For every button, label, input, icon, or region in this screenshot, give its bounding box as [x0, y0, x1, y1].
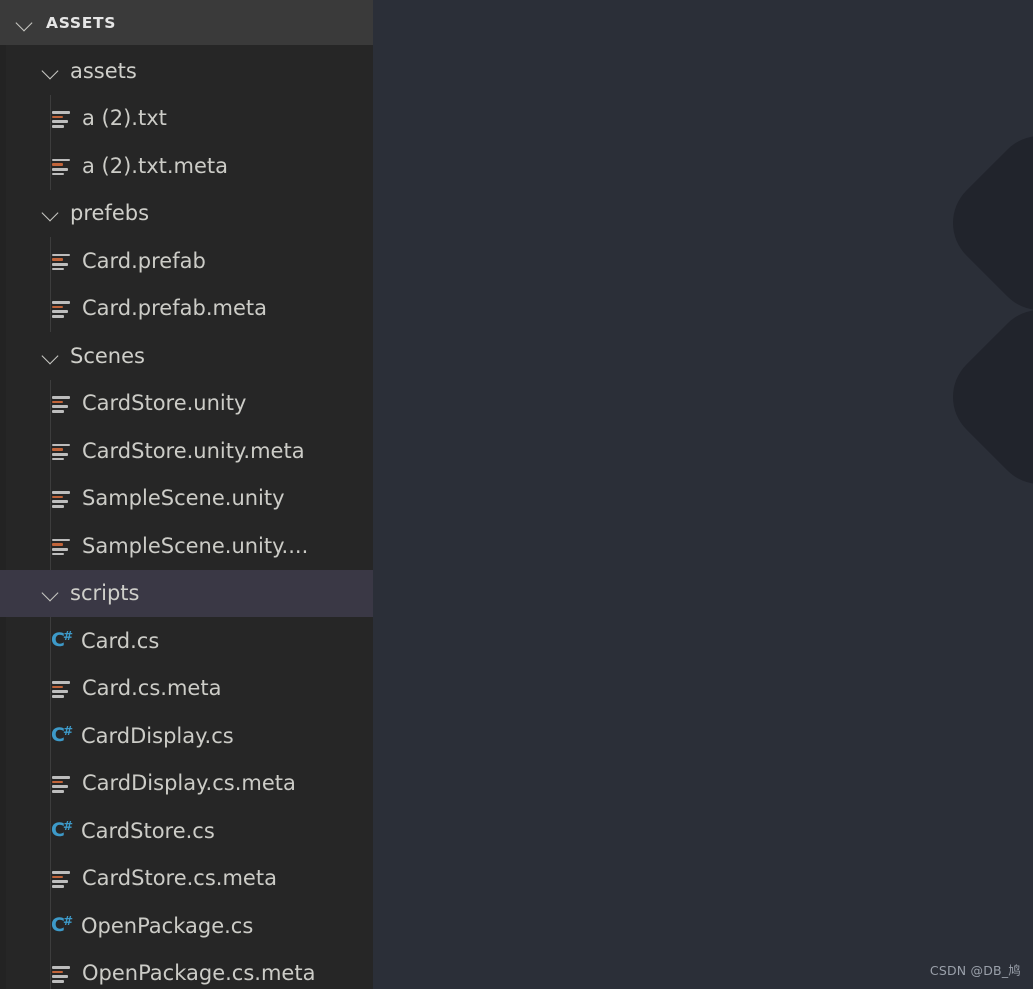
tree-file-row[interactable]: CardStore.unity.meta	[0, 427, 373, 475]
text-file-icon	[52, 393, 72, 413]
indent-guide-line	[50, 474, 51, 522]
tree-folder-row[interactable]: Scenes	[0, 332, 373, 380]
folder-name-label: Scenes	[70, 343, 145, 368]
tree-file-row[interactable]: C # CardStore.cs	[0, 807, 373, 855]
indent-guide-line	[50, 237, 51, 285]
file-name-label: a (2).txt	[82, 106, 167, 131]
chevron-down-icon[interactable]	[14, 12, 36, 34]
file-name-label: CardStore.unity.meta	[82, 438, 305, 463]
indent-guide-line	[50, 379, 51, 427]
file-name-label: OpenPackage.cs.meta	[82, 961, 316, 986]
editor-area: CSDN @DB_鸠	[373, 0, 1033, 989]
indent-guide-line	[50, 759, 51, 807]
text-file-icon	[52, 678, 72, 698]
file-name-label: Card.cs.meta	[82, 676, 222, 701]
tree-folder-row[interactable]: scripts	[0, 569, 373, 617]
assets-section-title: ASSETS	[46, 13, 117, 32]
watermark-text: CSDN @DB_鸠	[929, 963, 1021, 978]
folder-toggle[interactable]	[40, 202, 62, 224]
text-file-icon	[52, 773, 72, 793]
folder-toggle[interactable]	[40, 582, 62, 604]
indent-guide-line	[50, 664, 51, 712]
tree-file-row[interactable]: CardStore.cs.meta	[0, 854, 373, 902]
folder-name-label: scripts	[70, 581, 140, 606]
folder-name-label: prefebs	[70, 201, 150, 226]
text-file-icon	[52, 251, 72, 271]
tree-file-row[interactable]: Card.cs.meta	[0, 664, 373, 712]
file-name-label: SampleScene.unity	[82, 486, 285, 511]
file-name-label: OpenPackage.cs	[81, 913, 254, 938]
text-file-icon	[52, 298, 72, 318]
rounded-diamond-shape-2	[933, 290, 1033, 504]
tree-file-row[interactable]: a (2).txt.meta	[0, 142, 373, 190]
text-file-icon	[52, 156, 72, 176]
csharp-file-icon: C #	[51, 628, 74, 651]
file-explorer-sidebar: ASSETS assets a (2).txt a (2).txt.meta pref…	[0, 0, 373, 989]
chevron-down-icon[interactable]	[40, 202, 62, 224]
text-file-icon	[52, 536, 72, 556]
indent-guide-line	[50, 284, 51, 332]
chevron-down-icon[interactable]	[40, 345, 62, 367]
chevron-down-icon[interactable]	[40, 582, 62, 604]
folder-toggle[interactable]	[40, 60, 62, 82]
tree-file-row[interactable]: SampleScene.unity	[0, 474, 373, 522]
file-name-label: CardStore.cs	[81, 818, 215, 843]
tree-file-row[interactable]: CardDisplay.cs.meta	[0, 759, 373, 807]
tree-file-row[interactable]: C # OpenPackage.cs	[0, 902, 373, 950]
tree-file-row[interactable]: C # Card.cs	[0, 617, 373, 665]
tree-file-row[interactable]: SampleScene.unity....	[0, 522, 373, 570]
text-file-icon	[52, 868, 72, 888]
file-name-label: SampleScene.unity....	[82, 533, 309, 558]
rounded-diamond-shape-1	[933, 116, 1033, 330]
folder-toggle[interactable]	[40, 345, 62, 367]
indent-guide-line	[50, 427, 51, 475]
text-file-icon	[52, 108, 72, 128]
text-file-icon	[52, 488, 72, 508]
indent-guide-line	[50, 94, 51, 142]
file-name-label: CardDisplay.cs	[81, 723, 234, 748]
file-name-label: Card.prefab	[82, 248, 206, 273]
tree-file-row[interactable]: CardStore.unity	[0, 379, 373, 427]
file-name-label: Card.cs	[81, 628, 160, 653]
chevron-down-icon[interactable]	[40, 60, 62, 82]
indent-guide-line	[50, 949, 51, 989]
indent-guide-line	[50, 854, 51, 902]
file-name-label: Card.prefab.meta	[82, 296, 267, 321]
indent-guide-line	[50, 522, 51, 570]
tree-file-row[interactable]: Card.prefab	[0, 237, 373, 285]
tree-file-row[interactable]: Card.prefab.meta	[0, 284, 373, 332]
text-file-icon	[52, 441, 72, 461]
file-name-label: CardStore.unity	[82, 391, 247, 416]
csharp-file-icon: C #	[51, 723, 74, 746]
file-name-label: CardDisplay.cs.meta	[82, 771, 296, 796]
folder-name-label: assets	[70, 58, 137, 83]
csharp-file-icon: C #	[51, 913, 74, 936]
file-tree: assets a (2).txt a (2).txt.meta prefebs Card…	[0, 45, 373, 989]
tree-file-row[interactable]: OpenPackage.cs.meta	[0, 949, 373, 989]
csharp-file-icon: C #	[51, 818, 74, 841]
file-name-label: CardStore.cs.meta	[82, 866, 277, 891]
tree-folder-row[interactable]: prefebs	[0, 190, 373, 238]
tree-file-row[interactable]: a (2).txt	[0, 94, 373, 142]
assets-section-header[interactable]: ASSETS	[0, 0, 373, 45]
file-name-label: a (2).txt.meta	[82, 153, 229, 178]
indent-guide-line	[50, 142, 51, 190]
text-file-icon	[52, 963, 72, 983]
tree-file-row[interactable]: C # CardDisplay.cs	[0, 712, 373, 760]
tree-folder-row[interactable]: assets	[0, 47, 373, 95]
